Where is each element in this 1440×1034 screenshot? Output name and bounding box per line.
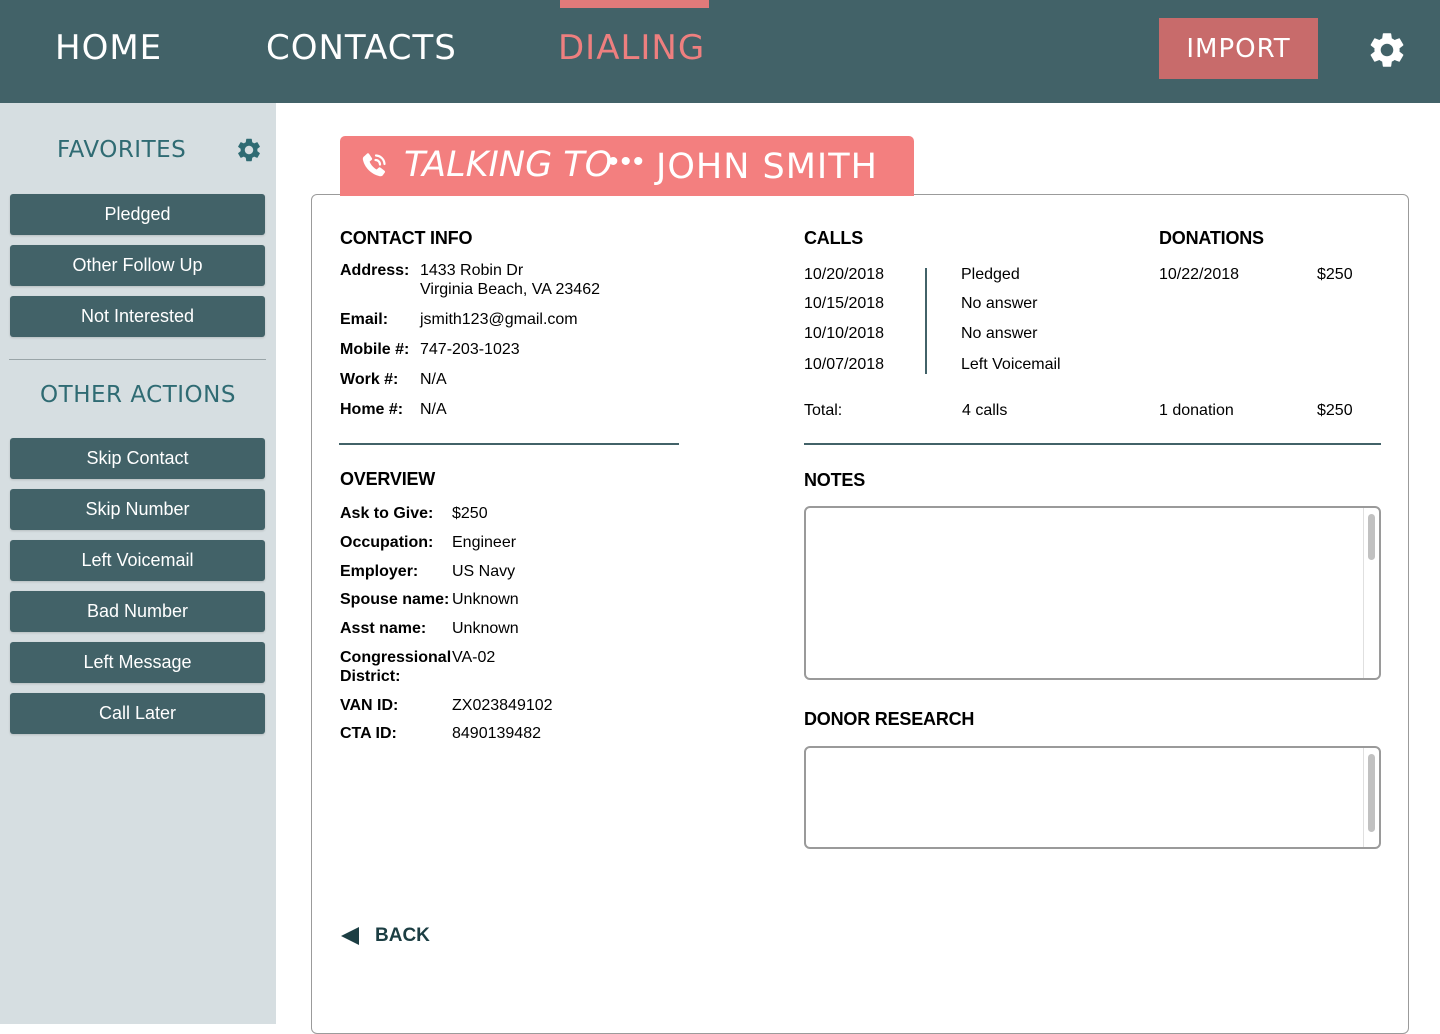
address-label: Address: xyxy=(340,262,410,279)
import-button[interactable]: IMPORT xyxy=(1159,18,1318,79)
email-value: jsmith123@gmail.com xyxy=(420,311,578,328)
calls-heading: CALLS xyxy=(804,228,863,248)
contact-info-heading: CONTACT INFO xyxy=(340,228,473,248)
mobile-label: Mobile #: xyxy=(340,341,410,358)
spouse-label: Spouse name: xyxy=(340,591,450,608)
tab-contacts[interactable]: CONTACTS xyxy=(266,28,457,68)
favorite-not-interested-button[interactable]: Not Interested xyxy=(10,296,265,337)
tab-dialing[interactable]: DIALING xyxy=(558,28,705,68)
notes-scrollbar[interactable] xyxy=(1363,508,1379,678)
ask-value: $250 xyxy=(452,505,488,522)
top-nav: HOME CONTACTS DIALING IMPORT xyxy=(0,0,1440,103)
work-value: N/A xyxy=(420,371,447,388)
call-date: 10/10/2018 xyxy=(804,325,885,342)
district-label-line2: District: xyxy=(340,668,401,685)
donations-total-count: 1 donation xyxy=(1159,402,1234,419)
donation-amount: $250 xyxy=(1317,266,1353,283)
work-label: Work #: xyxy=(340,371,399,388)
call-result: No answer xyxy=(961,295,1038,312)
talking-to-label: TALKING TO xyxy=(404,145,613,185)
scrollbar-thumb[interactable] xyxy=(1368,754,1375,832)
cta-id-value: 8490139482 xyxy=(452,725,541,742)
call-result: Left Voicemail xyxy=(961,356,1061,373)
address-line1: 1433 Robin Dr xyxy=(420,262,524,279)
cta-id-label: CTA ID: xyxy=(340,725,397,742)
talking-to-banner: TALKING TO ••• JOHN SMITH xyxy=(340,136,914,196)
back-arrow-icon xyxy=(341,927,359,945)
notes-textarea[interactable] xyxy=(804,506,1381,680)
left-message-button[interactable]: Left Message xyxy=(10,642,265,683)
donations-total-amount: $250 xyxy=(1317,402,1353,419)
notes-heading: NOTES xyxy=(804,470,866,490)
gear-icon[interactable] xyxy=(235,136,263,164)
address-line2: Virginia Beach, VA 23462 xyxy=(420,281,600,298)
back-button[interactable]: BACK xyxy=(340,924,430,948)
contact-name: JOHN SMITH xyxy=(656,147,878,187)
donor-research-scrollbar[interactable] xyxy=(1363,748,1379,847)
call-date: 10/15/2018 xyxy=(804,295,885,312)
donations-heading: DONATIONS xyxy=(1159,228,1264,248)
occupation-value: Engineer xyxy=(452,534,517,551)
spouse-value: Unknown xyxy=(452,591,519,608)
active-tab-indicator xyxy=(560,0,709,8)
district-value: VA-02 xyxy=(452,649,496,666)
ask-label: Ask to Give: xyxy=(340,505,434,522)
scrollbar-thumb[interactable] xyxy=(1368,514,1375,560)
occupation-label: Occupation: xyxy=(340,534,434,551)
employer-value: US Navy xyxy=(452,563,516,580)
bad-number-button[interactable]: Bad Number xyxy=(10,591,265,632)
call-result: No answer xyxy=(961,325,1038,342)
calls-column-divider xyxy=(925,268,927,374)
favorites-heading: FAVORITES xyxy=(57,137,187,163)
calls-total-value: 4 calls xyxy=(962,402,1008,419)
mobile-value: 747-203-1023 xyxy=(420,341,520,358)
sidebar: FAVORITES Pledged Other Follow Up Not In… xyxy=(0,103,276,1024)
call-result: Pledged xyxy=(961,266,1020,283)
employer-label: Employer: xyxy=(340,563,419,580)
asst-value: Unknown xyxy=(452,620,519,637)
call-later-button[interactable]: Call Later xyxy=(10,693,265,734)
calls-total-label: Total: xyxy=(804,402,843,419)
donor-research-heading: DONOR RESEARCH xyxy=(804,709,975,729)
district-label: Congressional xyxy=(340,649,452,666)
back-label: BACK xyxy=(375,925,430,946)
favorite-pledged-button[interactable]: Pledged xyxy=(10,194,265,235)
donor-research-textarea[interactable] xyxy=(804,746,1381,849)
contact-info-divider xyxy=(339,443,679,445)
van-id-label: VAN ID: xyxy=(340,697,399,714)
favorite-other-follow-up-button[interactable]: Other Follow Up xyxy=(10,245,265,286)
tab-home[interactable]: HOME xyxy=(55,28,162,68)
skip-number-button[interactable]: Skip Number xyxy=(10,489,265,530)
ellipsis: ••• xyxy=(608,145,646,178)
asst-label: Asst name: xyxy=(340,620,427,637)
calls-donations-divider xyxy=(804,443,1381,445)
home-label: Home #: xyxy=(340,401,404,418)
home-value: N/A xyxy=(420,401,447,418)
other-actions-heading: OTHER ACTIONS xyxy=(40,382,236,408)
donation-date: 10/22/2018 xyxy=(1159,266,1240,283)
phone-ringing-icon xyxy=(362,153,386,177)
left-voicemail-button[interactable]: Left Voicemail xyxy=(10,540,265,581)
van-id-value: ZX023849102 xyxy=(452,697,553,714)
gear-icon[interactable] xyxy=(1366,29,1408,71)
sidebar-divider xyxy=(9,359,266,360)
call-date: 10/20/2018 xyxy=(804,266,885,283)
call-date: 10/07/2018 xyxy=(804,356,885,373)
email-label: Email: xyxy=(340,311,389,328)
overview-heading: OVERVIEW xyxy=(340,469,436,489)
skip-contact-button[interactable]: Skip Contact xyxy=(10,438,265,479)
